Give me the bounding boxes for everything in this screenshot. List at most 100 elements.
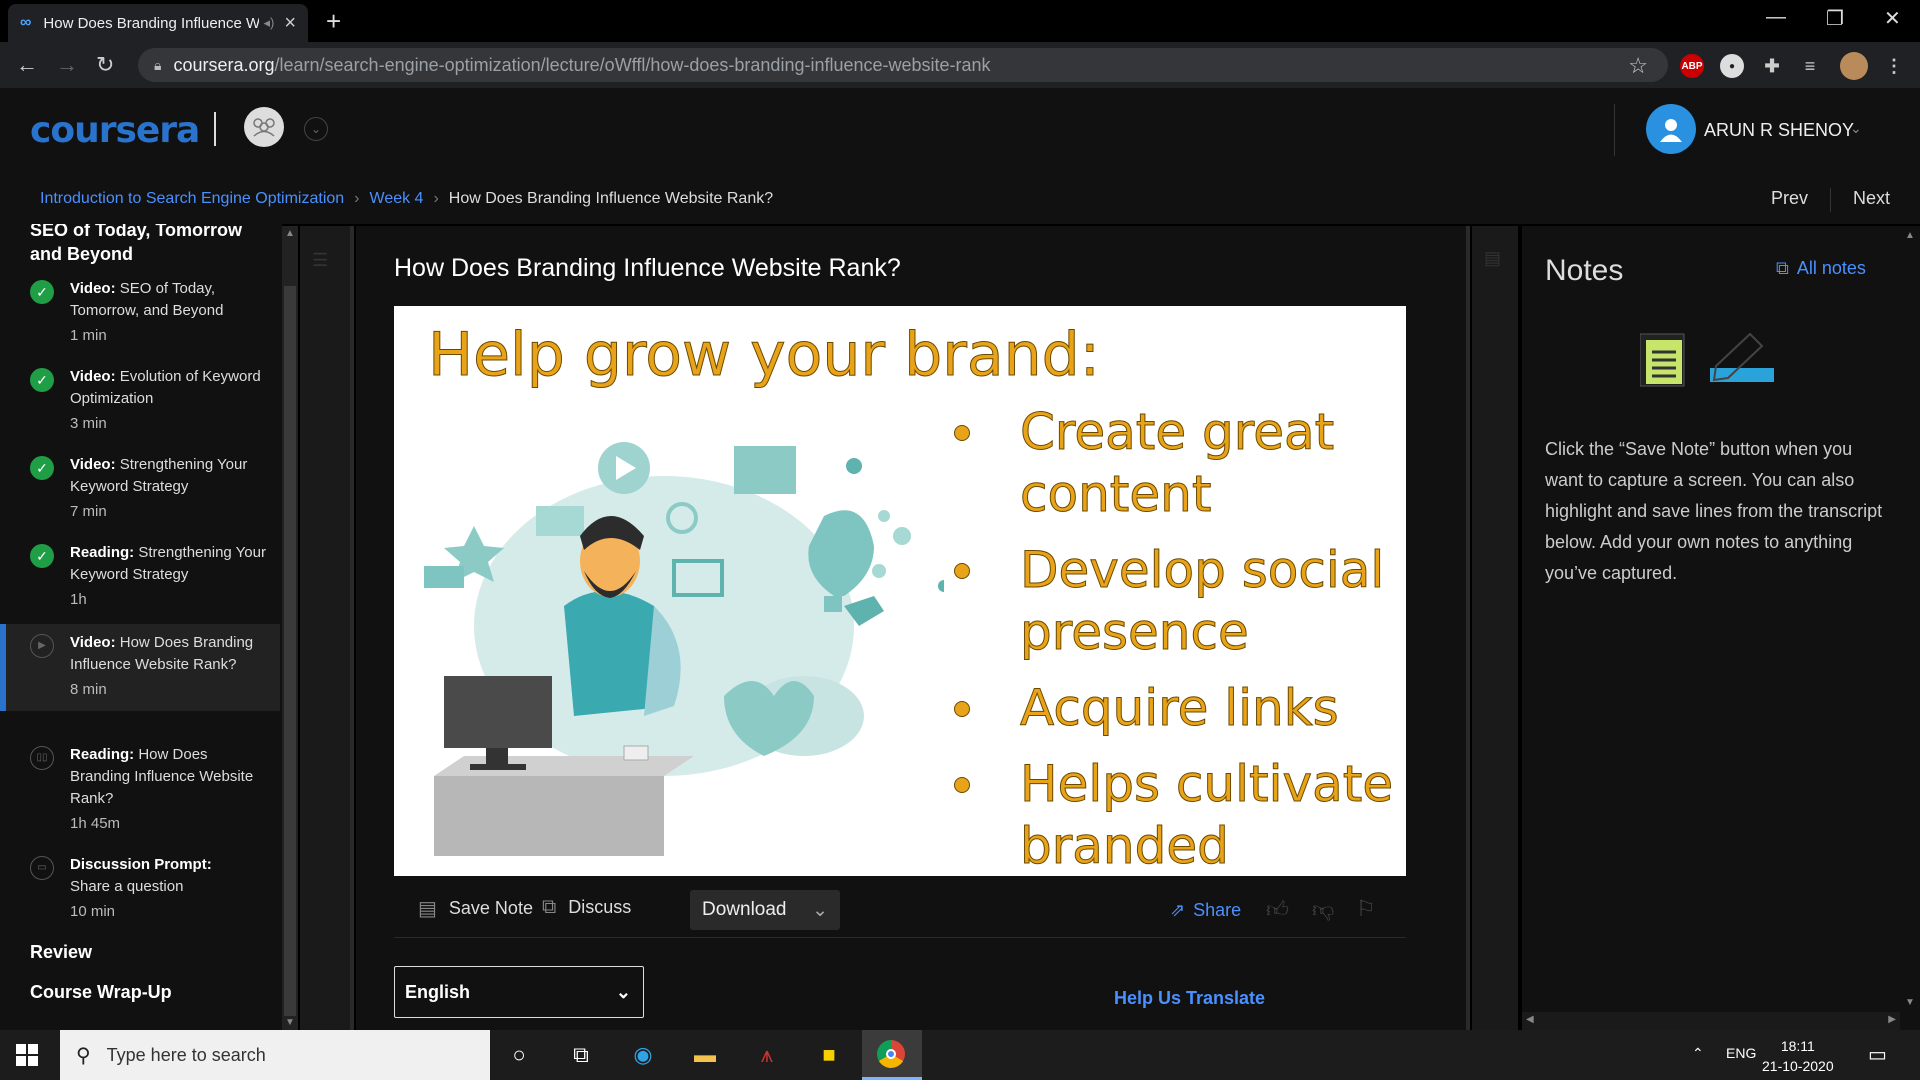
- course-outline-sidebar: SEO of Today, Tomorrow and Beyond ✓ Vide…: [0, 224, 282, 1030]
- notifications-icon[interactable]: ▭: [1868, 1042, 1887, 1067]
- prev-button[interactable]: Prev: [1771, 188, 1808, 212]
- scroll-down-icon[interactable]: ▼: [1905, 997, 1915, 1008]
- sidebar-section-wrap-up[interactable]: Course Wrap-Up: [30, 982, 172, 1003]
- language-indicator[interactable]: ENG: [1726, 1045, 1756, 1061]
- thumbs-up-icon[interactable]: 👍︎: [1266, 896, 1289, 923]
- chevron-down-icon[interactable]: ⌄: [304, 117, 328, 141]
- note-mini-icon: ▤: [1484, 248, 1502, 268]
- breadcrumb-separator: ›: [433, 190, 439, 207]
- share-button[interactable]: ⇗ Share: [1170, 900, 1241, 921]
- media-queue-icon[interactable]: ≡: [1798, 54, 1822, 78]
- scroll-right-icon[interactable]: ▶: [1888, 1014, 1896, 1025]
- bookmark-star-icon[interactable]: ☆: [1628, 53, 1648, 79]
- chrome-taskbar-button[interactable]: [862, 1030, 922, 1080]
- notes-instructions: Click the “Save Note” button when you wa…: [1545, 439, 1883, 583]
- extensions-puzzle-icon[interactable]: ✚: [1760, 54, 1784, 78]
- user-avatar-icon[interactable]: [1646, 104, 1696, 154]
- extension-circle-icon[interactable]: ●: [1720, 54, 1744, 78]
- sidebar-scrollbar[interactable]: ▲ ▼: [282, 226, 298, 1030]
- scroll-left-icon[interactable]: ◀: [1526, 1014, 1534, 1025]
- scroll-up-icon[interactable]: ▲: [1905, 230, 1915, 241]
- sidebar-item[interactable]: ▯▯ Reading: How Does Branding Influence …: [0, 744, 280, 835]
- share-label: Share: [1193, 900, 1242, 920]
- windows-start-icon[interactable]: [16, 1044, 38, 1066]
- checkmark-icon: ✓: [30, 368, 54, 392]
- sidebar-item[interactable]: ✓ Video: Strengthening Your Keyword Stra…: [0, 454, 280, 523]
- task-view-icon[interactable]: ⧉: [566, 1040, 596, 1070]
- clock-date: 21-10-2020: [1762, 1058, 1834, 1074]
- help-translate-link[interactable]: Help Us Translate: [1114, 988, 1265, 1009]
- user-name[interactable]: ARUN R SHENOY: [1704, 120, 1854, 141]
- item-duration: 3 min: [70, 415, 107, 432]
- close-tab-icon[interactable]: ×: [284, 12, 296, 35]
- chrome-icon-center: [886, 1049, 896, 1059]
- right-gutter: ▤: [1472, 226, 1518, 1030]
- breadcrumb-current: How Does Branding Influence Website Rank…: [448, 190, 774, 207]
- tray-chevron-icon[interactable]: ⌃: [1692, 1045, 1704, 1062]
- menu-kebab-icon[interactable]: ⋮: [1882, 54, 1906, 78]
- search-icon: ⚲: [76, 1044, 91, 1067]
- url-path: /learn/search-engine-optimization/lectur…: [274, 54, 991, 75]
- sidebar-item[interactable]: ▭ Discussion Prompt: Share a question 10 …: [0, 854, 280, 923]
- breadcrumb-course[interactable]: Introduction to Search Engine Optimizati…: [40, 190, 344, 208]
- adblock-icon[interactable]: ABP: [1680, 54, 1704, 78]
- file-explorer-icon[interactable]: ▬: [690, 1040, 720, 1070]
- all-notes-label: All notes: [1796, 258, 1866, 278]
- speaker-icon: ◂): [263, 15, 275, 30]
- predator-sense-icon[interactable]: ⩚: [752, 1040, 782, 1070]
- notes-horizontal-scrollbar[interactable]: ◀ ▶: [1522, 1012, 1900, 1030]
- minimize-icon[interactable]: —: [1766, 6, 1786, 29]
- edge-icon[interactable]: ◉: [628, 1040, 658, 1070]
- back-icon[interactable]: ←: [16, 52, 38, 78]
- clock[interactable]: 18:11 21-10-2020: [1762, 1036, 1834, 1076]
- all-notes-link[interactable]: ⧉ All notes: [1776, 258, 1866, 279]
- reload-icon[interactable]: ↻: [96, 52, 114, 78]
- item-type: Discussion Prompt:: [70, 856, 212, 873]
- sidebar-item[interactable]: ✓ Reading: Strengthening Your Keyword St…: [0, 542, 280, 611]
- lecture-main: How Does Branding Influence Website Rank…: [356, 226, 1466, 1030]
- restore-icon[interactable]: ❐: [1826, 6, 1844, 31]
- address-bar[interactable]: 🔒︎ coursera.org /learn/search-engine-opt…: [138, 48, 1668, 82]
- tab-title: How Does Branding Influence Website Rank…: [43, 14, 260, 32]
- branding-illustration: [424, 442, 944, 856]
- video-player[interactable]: Help grow your brand: Create great conte…: [394, 306, 1406, 876]
- save-note-label: Save Note: [448, 898, 533, 918]
- new-tab-button[interactable]: +: [326, 6, 341, 37]
- browser-tab[interactable]: ∞ How Does Branding Influence Website Ra…: [8, 4, 308, 42]
- divider: [350, 226, 354, 1030]
- header-divider-right: [1614, 104, 1615, 156]
- profile-avatar-icon[interactable]: [1840, 52, 1868, 80]
- item-type: Video:: [70, 280, 116, 297]
- next-button[interactable]: Next: [1853, 188, 1890, 212]
- sidebar-section-title: SEO of Today, Tomorrow and Beyond: [30, 224, 243, 264]
- user-menu-chevron-icon[interactable]: ⌄: [1850, 120, 1862, 137]
- close-window-icon[interactable]: ✕: [1884, 6, 1901, 31]
- group-icon[interactable]: [244, 107, 284, 147]
- thumbs-down-icon[interactable]: 👎︎: [1312, 896, 1334, 923]
- sidebar-item-active[interactable]: ▶ Video: How Does Branding Influence Web…: [0, 624, 280, 711]
- sidebar-item[interactable]: ✓ Video: Evolution of Keyword Optimizati…: [0, 366, 280, 435]
- sidebar-item[interactable]: ✓ Video: SEO of Today, Tomorrow, and Bey…: [0, 278, 280, 347]
- notes-scrollbar[interactable]: ▲ ▼: [1900, 226, 1920, 1030]
- breadcrumb-row: Introduction to Search Engine Optimizati…: [0, 176, 1920, 224]
- flag-icon[interactable]: ⚐: [1356, 896, 1376, 922]
- cortana-icon[interactable]: ○: [504, 1040, 534, 1070]
- breadcrumb-week[interactable]: Week 4: [370, 190, 424, 208]
- save-note-button[interactable]: ▤ Save Note: [418, 896, 533, 921]
- coursera-logo[interactable]: coursera: [30, 110, 200, 151]
- sidebar-section-review[interactable]: Review: [30, 942, 92, 963]
- discuss-button[interactable]: ⧉ Discuss: [542, 896, 631, 919]
- item-type: Video:: [70, 368, 116, 385]
- taskbar-search[interactable]: ⚲ Type here to search: [60, 1030, 490, 1080]
- language-select[interactable]: English ⌄: [394, 966, 644, 1018]
- item-type: Video:: [70, 456, 116, 473]
- scroll-down-icon[interactable]: ▼: [285, 1017, 295, 1028]
- scrollbar-thumb[interactable]: [284, 286, 296, 1016]
- book-icon: ▯▯: [30, 746, 54, 770]
- sticky-notes-icon[interactable]: ■: [814, 1040, 844, 1070]
- download-dropdown[interactable]: Download ⌄: [690, 890, 840, 930]
- forward-icon[interactable]: →: [56, 52, 78, 78]
- scroll-up-icon[interactable]: ▲: [285, 228, 295, 239]
- item-duration: 1h 45m: [70, 815, 121, 832]
- item-duration: 1 min: [70, 327, 107, 344]
